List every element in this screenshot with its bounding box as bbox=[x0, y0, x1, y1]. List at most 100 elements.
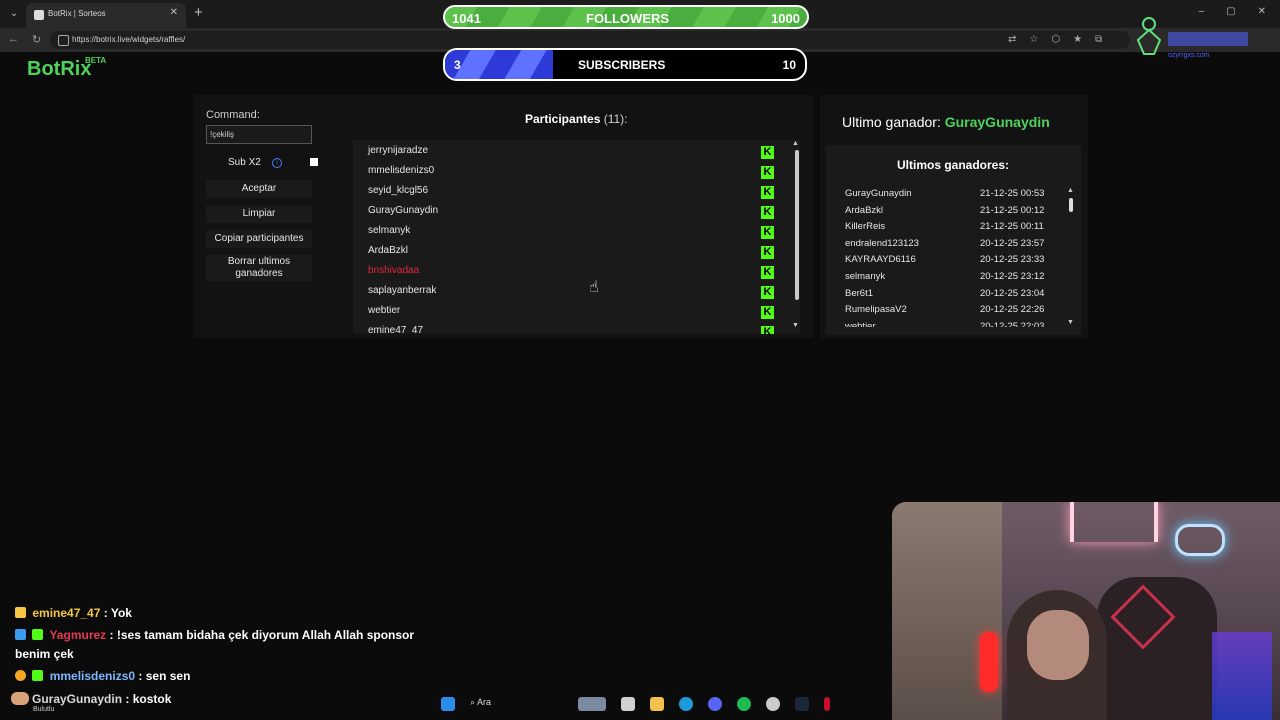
winners-scroll-down-icon[interactable]: ▼ bbox=[1067, 319, 1074, 326]
last-winner-label: Ultimo ganador: bbox=[842, 114, 941, 130]
info-icon[interactable]: i bbox=[272, 158, 282, 168]
tab-list-icon[interactable]: ⌄ bbox=[6, 6, 22, 22]
last-winner: Ultimo ganador: GurayGunaydin bbox=[842, 114, 1050, 130]
scroll-up-icon[interactable]: ▲ bbox=[792, 140, 799, 147]
winner-name: selmanyk bbox=[845, 271, 886, 282]
widgets-icon[interactable] bbox=[578, 697, 606, 711]
winner-date: 20-12-25 23:57 bbox=[980, 237, 1045, 249]
participants-scrollbar[interactable] bbox=[795, 150, 799, 300]
participant-name: bnshivadaa bbox=[368, 265, 420, 276]
participant-name: seyid_klcgl56 bbox=[368, 185, 429, 196]
gamepad-neon-icon bbox=[1175, 524, 1225, 556]
participants-list[interactable]: jerrynijaradze Kmmelisdenizs0 Kseyid_klcgl… bbox=[353, 140, 800, 334]
app-icon[interactable] bbox=[824, 697, 830, 711]
last-winner-name: GurayGunaydin bbox=[944, 114, 1050, 130]
followers-label: FOLLOWERS bbox=[586, 11, 670, 26]
participants-count: (11): bbox=[603, 112, 628, 126]
winner-date: 21-12-25 00:11 bbox=[980, 221, 1044, 233]
followers-goal-bar: 1041 FOLLOWERS 1000 bbox=[443, 5, 809, 29]
chat-username: mmelisdenizs0 bbox=[49, 669, 136, 683]
kick-platform-icon: K bbox=[761, 246, 774, 259]
chat-message: mmelisdenizs0 : sen sen bbox=[15, 669, 190, 683]
winner-date: 20-12-25 22:26 bbox=[980, 304, 1045, 316]
close-window-button[interactable]: ✕ bbox=[1258, 6, 1266, 17]
subscribers-goal-bar: 3 SUBSCRIBERS 10 bbox=[443, 48, 807, 81]
kick-platform-icon: K bbox=[761, 326, 774, 334]
participant-name: GurayGunaydin bbox=[368, 205, 439, 216]
chat-text: : sen sen bbox=[138, 669, 191, 683]
clear-button[interactable]: Limpiar bbox=[206, 205, 312, 223]
kick-platform-icon: K bbox=[761, 266, 774, 279]
edge-browser-icon[interactable] bbox=[679, 697, 693, 711]
command-input[interactable]: !çekiliş bbox=[206, 125, 312, 144]
translate-icon[interactable]: ⇄ bbox=[1008, 34, 1016, 45]
participant-name: webtier bbox=[368, 305, 401, 316]
winner-date: 20-12-25 23:33 bbox=[980, 254, 1045, 266]
beta-tag: BETA bbox=[85, 56, 107, 65]
subscribers-label: SUBSCRIBERS bbox=[578, 58, 666, 72]
participant-name: mmelisdenizs0 bbox=[368, 165, 435, 176]
winner-name: KAYRAAYD6116 bbox=[845, 254, 916, 266]
participant-name: emine47_47 bbox=[368, 325, 424, 334]
spotify-icon[interactable] bbox=[737, 697, 751, 711]
red-lamp bbox=[980, 632, 998, 692]
participants-title: Participantes (11): bbox=[525, 112, 628, 126]
chat-username: emine47_47 bbox=[32, 606, 101, 620]
winners-scroll-up-icon[interactable]: ▲ bbox=[1067, 187, 1074, 194]
command-label: Command: bbox=[206, 109, 260, 121]
scroll-down-icon[interactable]: ▼ bbox=[792, 322, 799, 329]
accept-button[interactable]: Aceptar bbox=[206, 180, 312, 198]
kick-platform-icon: K bbox=[761, 306, 774, 319]
file-explorer-icon[interactable] bbox=[650, 697, 664, 711]
clear-last-winners-button[interactable]: Borrar ultimos ganadores bbox=[206, 255, 312, 281]
browser-tab[interactable]: BotRix | Sorteos ✕ bbox=[26, 3, 186, 28]
kick-platform-icon: K bbox=[761, 186, 774, 199]
chat-message: emine47_47 : Yok bbox=[15, 606, 132, 620]
chrome-icon[interactable] bbox=[766, 697, 780, 711]
winners-scrollbar[interactable] bbox=[1069, 198, 1073, 212]
winner-date: 21-12-25 00:53 bbox=[980, 188, 1045, 199]
chat-text: : !ses tamam bidaha çek diyorum Allah Al… bbox=[109, 628, 415, 642]
subscribers-goal: 10 bbox=[782, 58, 796, 72]
followers-goal: 1000 bbox=[771, 11, 800, 26]
winner-date: 21-12-25 00:12 bbox=[980, 204, 1045, 216]
sub-x2-checkbox[interactable] bbox=[310, 158, 318, 166]
taskbar-search[interactable]: ⌕ Ara bbox=[470, 697, 491, 708]
logo-subtitle: ozyrrgxs.com bbox=[1168, 52, 1210, 59]
new-tab-button[interactable]: + bbox=[194, 5, 203, 21]
chat-username: Yagmurez bbox=[49, 628, 107, 642]
weather-icon[interactable] bbox=[11, 692, 29, 705]
kick-platform-icon: K bbox=[761, 146, 774, 159]
bookmark-star-icon[interactable]: ☆ bbox=[1029, 34, 1038, 45]
followers-current: 1041 bbox=[452, 11, 481, 26]
mouse-cursor-icon: ☝ bbox=[589, 279, 599, 296]
weather-label: Bulutlu bbox=[33, 706, 55, 713]
chat-text: : Yok bbox=[103, 606, 132, 620]
url-field[interactable]: https://botrix.live/widgets/raffles/ bbox=[50, 31, 1130, 49]
webcam-feed bbox=[892, 502, 1280, 720]
chat-badge-icon bbox=[32, 670, 44, 681]
start-windows-icon[interactable] bbox=[441, 697, 455, 711]
winner-date: 20-12-25 23:04 bbox=[980, 287, 1045, 299]
collections-icon[interactable]: ⧉ bbox=[1095, 34, 1102, 45]
extensions-icon[interactable]: ⬡ bbox=[1051, 34, 1060, 45]
back-icon[interactable]: ← bbox=[8, 33, 19, 45]
steam-icon[interactable] bbox=[795, 697, 809, 711]
neon-light bbox=[1070, 502, 1158, 542]
chat-text: benim çek bbox=[15, 647, 74, 661]
sub-x2-label: Sub X2 bbox=[228, 157, 261, 168]
address-bar-actions: ⇄ ☆ ⬡ ★ ⧉ bbox=[1008, 34, 1102, 45]
botrix-brand[interactable]: BotRix bbox=[27, 58, 91, 81]
chat-badge-icon bbox=[15, 670, 26, 681]
taskbar bbox=[0, 690, 1280, 720]
copy-participants-button[interactable]: Copiar participantes bbox=[206, 230, 312, 248]
reload-icon[interactable]: ↻ bbox=[32, 33, 41, 46]
site-info-icon[interactable] bbox=[58, 35, 69, 46]
winner-name: endralend123123 bbox=[845, 237, 919, 249]
winner-name: Ber6t1 bbox=[845, 287, 873, 299]
discord-icon[interactable] bbox=[708, 697, 722, 711]
task-view-icon[interactable] bbox=[621, 697, 635, 711]
close-tab-icon[interactable]: ✕ bbox=[170, 7, 178, 18]
favorites-icon[interactable]: ★ bbox=[1073, 34, 1082, 45]
winner-name: GurayGunaydin bbox=[845, 188, 912, 199]
